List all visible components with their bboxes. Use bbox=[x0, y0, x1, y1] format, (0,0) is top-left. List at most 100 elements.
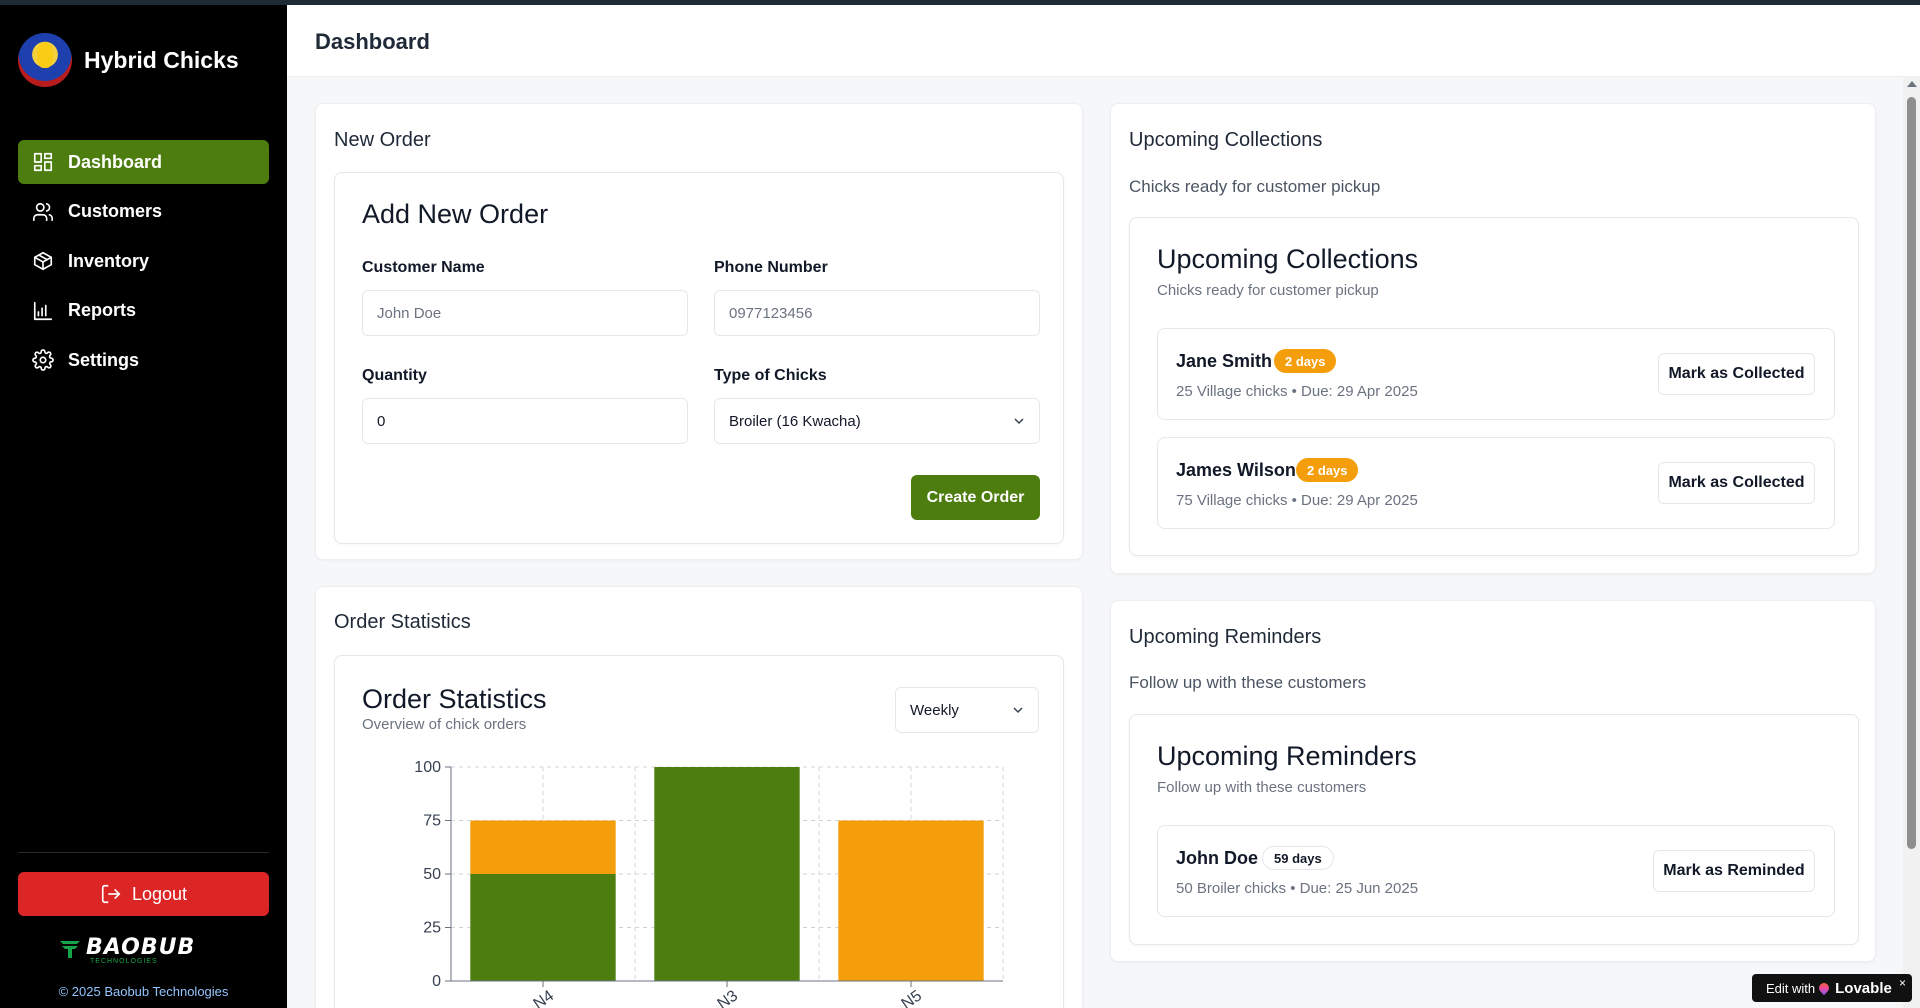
sidebar-item-label: Inventory bbox=[68, 250, 150, 271]
phone-number-input[interactable]: 0977123456 bbox=[714, 290, 1040, 336]
chart-xtick-label: N3 bbox=[715, 987, 742, 1008]
chart-ytick-label: 25 bbox=[423, 920, 441, 937]
lovable-brand: Lovable bbox=[1835, 979, 1892, 997]
users-icon bbox=[33, 202, 53, 221]
baobub-logo-subtext: TECHNOLOGIES bbox=[90, 958, 158, 965]
upcoming-collections-card: Upcoming Collections Chicks ready for cu… bbox=[1110, 103, 1876, 574]
order-statistics-title: Order Statistics bbox=[362, 684, 547, 714]
brand[interactable]: Hybrid Chicks bbox=[18, 33, 239, 87]
days-badge: 2 days bbox=[1274, 349, 1337, 373]
dashboard-grid-icon bbox=[33, 152, 53, 172]
sidebar-item-inventory[interactable]: Inventory bbox=[18, 239, 269, 283]
collections-panel: Upcoming Collections Chicks ready for cu… bbox=[1129, 217, 1859, 556]
chart-ytick-label: 0 bbox=[432, 973, 441, 990]
sidebar-item-label: Dashboard bbox=[68, 151, 163, 172]
top-strip bbox=[0, 0, 1920, 5]
customer-name-label: Customer Name bbox=[362, 259, 485, 276]
reminders-panel: Upcoming Reminders Follow up with these … bbox=[1129, 714, 1859, 945]
page-scrollbar[interactable] bbox=[1903, 77, 1920, 1008]
customer-name: Jane Smith bbox=[1176, 351, 1273, 371]
collections-title: Upcoming Collections bbox=[1157, 244, 1419, 274]
logout-button[interactable]: Logout bbox=[18, 872, 269, 916]
sidebar-item-dashboard[interactable]: Dashboard bbox=[18, 140, 269, 184]
collections-card-subtitle: Chicks ready for customer pickup bbox=[1129, 177, 1381, 196]
phone-number-label: Phone Number bbox=[714, 259, 828, 276]
order-statistics-subtitle: Overview of chick orders bbox=[362, 716, 527, 733]
hybrid-chicks-logo bbox=[18, 33, 72, 87]
reminder-item: John Doe 59 days 50 Broiler chicks • Due… bbox=[1157, 825, 1835, 917]
brand-name: Hybrid Chicks bbox=[84, 46, 239, 73]
sidebar: Hybrid Chicks Dashboard Customers Invent… bbox=[0, 5, 287, 1008]
page-title: Dashboard bbox=[315, 29, 430, 54]
upcoming-reminders-card: Upcoming Reminders Follow up with these … bbox=[1110, 600, 1876, 962]
reminders-card-title: Upcoming Reminders bbox=[1129, 626, 1322, 648]
period-value: Weekly bbox=[910, 701, 959, 719]
order-statistics-chart: 0 25 50 75 100 N4 N3 N5 bbox=[414, 759, 1004, 1008]
chick-type-value: Broiler (16 Kwacha) bbox=[729, 412, 861, 430]
new-order-card: New Order Add New Order Customer Name Jo… bbox=[315, 103, 1083, 560]
scrollbar-thumb[interactable] bbox=[1907, 97, 1916, 849]
reminders-subtitle: Follow up with these customers bbox=[1157, 779, 1367, 796]
customer-name: James Wilson bbox=[1176, 460, 1296, 480]
chart-xtick-label: N4 bbox=[531, 987, 558, 1008]
sidebar-nav: Dashboard Customers Inventory Reports Se… bbox=[18, 140, 269, 388]
chick-type-select[interactable]: Broiler (16 Kwacha) bbox=[714, 398, 1040, 444]
create-order-button[interactable]: Create Order bbox=[911, 475, 1040, 520]
mark-collected-button[interactable]: Mark as Collected bbox=[1658, 462, 1815, 504]
days-badge: 2 days bbox=[1296, 458, 1359, 482]
days-badge: 59 days bbox=[1262, 846, 1334, 870]
chart-ytick-label: 100 bbox=[414, 759, 441, 776]
sidebar-divider bbox=[18, 852, 269, 853]
collections-subtitle: Chicks ready for customer pickup bbox=[1157, 282, 1379, 299]
bar-chart-icon bbox=[33, 301, 53, 320]
chart-bar bbox=[470, 874, 616, 981]
collection-item: Jane Smith 2 days 25 Village chicks • Du… bbox=[1157, 328, 1835, 420]
collection-item: James Wilson 2 days 75 Village chicks • … bbox=[1157, 437, 1835, 529]
chart-bar bbox=[654, 767, 800, 981]
copyright: © 2025 Baobub Technologies bbox=[58, 984, 229, 999]
top-header: Dashboard bbox=[287, 5, 1920, 77]
chevron-down-icon bbox=[1013, 707, 1023, 714]
package-icon bbox=[33, 251, 53, 271]
lovable-edit-with: Edit with bbox=[1766, 980, 1816, 996]
sidebar-item-label: Customers bbox=[68, 201, 163, 221]
chart-bar bbox=[838, 820, 984, 981]
mark-collected-button[interactable]: Mark as Collected bbox=[1658, 353, 1815, 395]
new-order-card-title: New Order bbox=[334, 129, 431, 151]
logout-label: Logout bbox=[131, 883, 188, 904]
reminders-card-subtitle: Follow up with these customers bbox=[1129, 673, 1367, 692]
order-statistics-card-title: Order Statistics bbox=[334, 611, 471, 633]
lovable-badge[interactable]: Edit with Lovable × bbox=[1752, 974, 1912, 1002]
chart-ytick-label: 50 bbox=[423, 866, 441, 883]
lovable-heart-icon bbox=[1817, 980, 1832, 996]
logout-icon bbox=[101, 884, 121, 904]
sidebar-item-label: Settings bbox=[68, 349, 140, 370]
sidebar-item-settings[interactable]: Settings bbox=[18, 338, 269, 382]
period-select[interactable]: Weekly bbox=[895, 687, 1039, 733]
order-details: 50 Broiler chicks • Due: 25 Jun 2025 bbox=[1176, 880, 1419, 897]
gear-icon bbox=[32, 349, 54, 371]
sidebar-item-reports[interactable]: Reports bbox=[18, 289, 269, 333]
customer-name: John Doe bbox=[1176, 848, 1259, 868]
scroll-up-arrow-icon[interactable] bbox=[1907, 81, 1917, 87]
chick-type-label: Type of Chicks bbox=[714, 367, 827, 384]
quantity-input[interactable]: 0 bbox=[362, 398, 688, 444]
baobub-logo: BAOBUB bbox=[58, 935, 195, 960]
sidebar-item-customers[interactable]: Customers bbox=[18, 190, 269, 234]
customer-name-input[interactable]: John Doe bbox=[362, 290, 688, 336]
chart-bar bbox=[470, 820, 616, 874]
add-order-form: Add New Order Customer Name John Doe Pho… bbox=[334, 172, 1064, 544]
reminders-title: Upcoming Reminders bbox=[1157, 741, 1417, 771]
order-details: 25 Village chicks • Due: 29 Apr 2025 bbox=[1176, 383, 1418, 400]
mark-reminded-button[interactable]: Mark as Reminded bbox=[1653, 850, 1815, 892]
chart-ytick-label: 75 bbox=[423, 813, 441, 830]
baobub-logo-text: BAOBUB bbox=[86, 935, 196, 960]
add-order-title: Add New Order bbox=[362, 199, 549, 229]
quantity-label: Quantity bbox=[362, 367, 427, 384]
collections-card-title: Upcoming Collections bbox=[1129, 129, 1323, 151]
sidebar-item-label: Reports bbox=[68, 300, 137, 320]
close-icon[interactable]: × bbox=[1899, 976, 1906, 990]
chart-xtick-label: N5 bbox=[899, 987, 926, 1008]
chevron-down-icon bbox=[1014, 418, 1024, 425]
order-details: 75 Village chicks • Due: 29 Apr 2025 bbox=[1176, 492, 1418, 509]
